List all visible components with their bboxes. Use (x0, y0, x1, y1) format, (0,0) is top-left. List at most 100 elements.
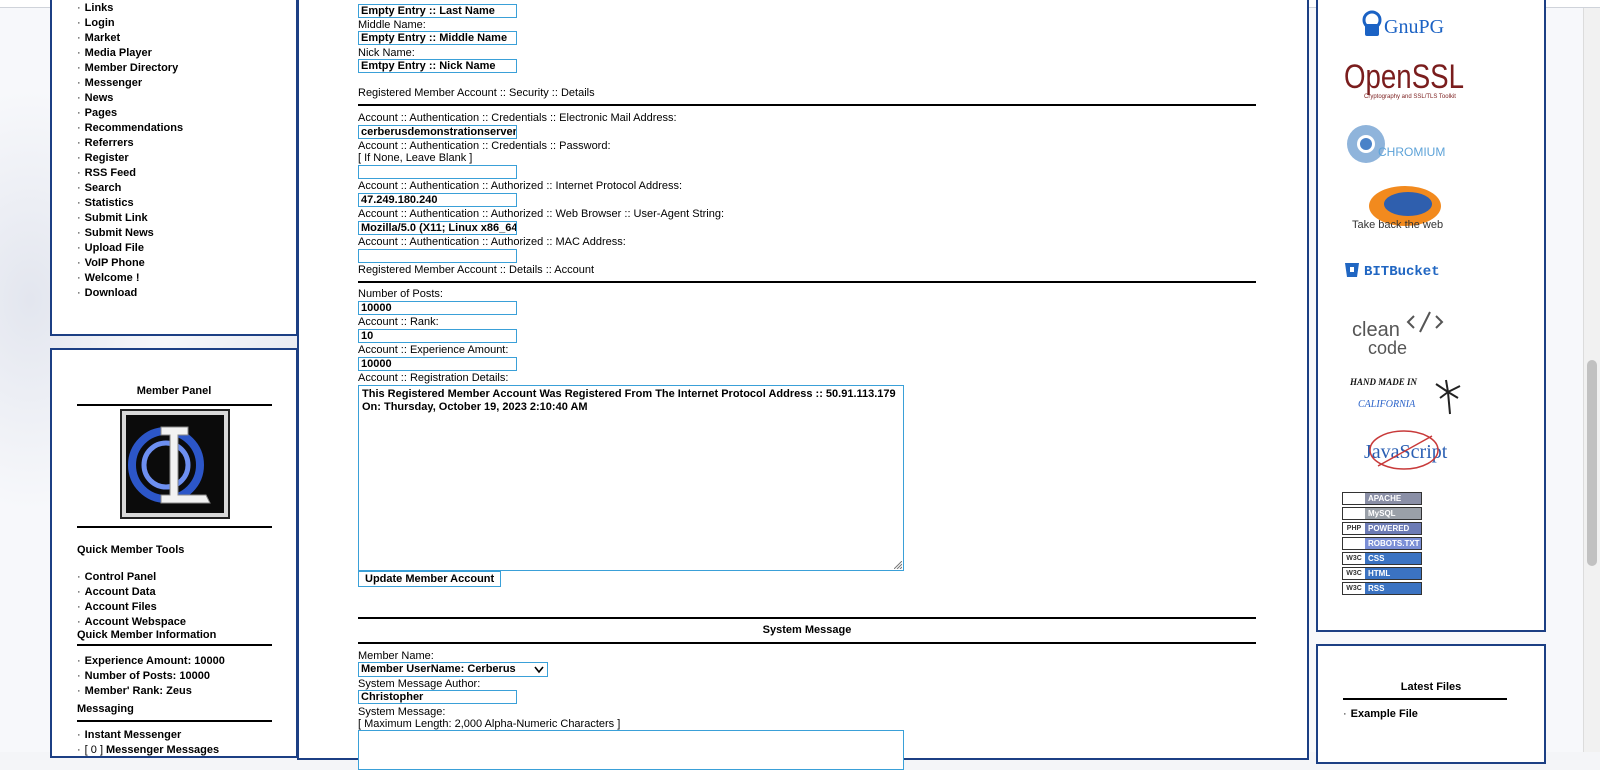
powered-by-badge[interactable]: ROBOTS.TXT (1342, 537, 1422, 550)
author-input[interactable]: Christopher (358, 690, 517, 704)
messaging-link[interactable]: Messenger Messages (106, 744, 219, 756)
nav-link-item[interactable]: · Upload File (77, 241, 183, 256)
nav-link-item[interactable]: · Media Player (77, 46, 183, 61)
middle-name-input[interactable]: Empty Entry :: Middle Name (358, 31, 517, 45)
nav-link-label[interactable]: Market (85, 32, 120, 44)
nav-link-label[interactable]: Recommendations (85, 122, 183, 134)
nick-name-input[interactable]: Emtpy Entry :: Nick Name (358, 59, 517, 73)
messaging-item[interactable]: ·[ 0 ] Messenger Messages (77, 743, 219, 758)
powered-by-badge[interactable]: W3C HTML (1342, 567, 1422, 580)
nav-link-item[interactable]: · Statistics (77, 196, 183, 211)
nav-link-item[interactable]: · Download (77, 286, 183, 301)
experience-label: Account :: Experience Amount: (358, 344, 509, 356)
bullet-icon: · (77, 571, 81, 583)
registration-textarea[interactable]: This Registered Member Account Was Regis… (358, 385, 904, 571)
ip-label: Account :: Authentication :: Authorized … (358, 180, 683, 192)
quick-tool-link-item[interactable]: · Control Panel (77, 570, 186, 585)
nav-link-label[interactable]: Download (85, 287, 138, 299)
latest-file-link-label[interactable]: Example File (1351, 708, 1418, 720)
posts-input[interactable]: 10000 (358, 301, 517, 315)
nav-link-label[interactable]: Register (85, 152, 129, 164)
author-label: System Message Author: (358, 678, 481, 690)
mac-input[interactable] (358, 249, 517, 263)
nav-link-label[interactable]: Login (85, 17, 115, 29)
scrollbar-thumb[interactable] (1587, 360, 1597, 566)
bullet-icon: · (77, 17, 81, 29)
nav-link-label[interactable]: Member Directory (85, 62, 179, 74)
last-name-input[interactable]: Empty Entry :: Last Name (358, 4, 517, 18)
quick-tools-list: · Control Panel · Account Data · Account File… (77, 570, 186, 630)
messaging-item[interactable]: · Instant Messenger (77, 728, 219, 743)
resize-handle-icon[interactable] (894, 561, 902, 569)
bullet-icon: · (77, 77, 81, 89)
section-divider (358, 617, 1256, 619)
password-input[interactable] (358, 165, 517, 179)
nav-link-item[interactable]: · Links (77, 1, 183, 16)
nav-link-item[interactable]: · Recommendations (77, 121, 183, 136)
powered-by-badge[interactable]: W3C CSS (1342, 552, 1422, 565)
nav-link-label[interactable]: Search (85, 182, 122, 194)
nav-link-label[interactable]: Welcome ! (85, 272, 140, 284)
quick-tool-link-item[interactable]: · Account Files (77, 600, 186, 615)
nav-link-label[interactable]: Submit Link (85, 212, 148, 224)
powered-by-badge[interactable]: W3C RSS (1342, 582, 1422, 595)
powered-by-badge[interactable]: PHP POWERED (1342, 522, 1422, 535)
nav-link-item[interactable]: · Login (77, 16, 183, 31)
rank-input[interactable]: 10 (358, 329, 517, 343)
quick-tool-link-label[interactable]: Account Data (85, 586, 156, 598)
nav-link-item[interactable]: · News (77, 91, 183, 106)
quick-tool-link-item[interactable]: · Account Webspace (77, 615, 186, 630)
nav-link-label[interactable]: Links (85, 2, 114, 14)
nav-link-item[interactable]: · Submit Link (77, 211, 183, 226)
nav-link-item[interactable]: · Submit News (77, 226, 183, 241)
ip-input[interactable]: 47.249.180.240 (358, 193, 517, 207)
messaging-list: · Instant Messenger ·[ 0 ] Messenger Messag… (77, 728, 219, 758)
experience-input[interactable]: 10000 (358, 357, 517, 371)
bullet-icon: · (77, 212, 81, 224)
quick-tool-link-label[interactable]: Account Files (85, 601, 157, 613)
divider (77, 644, 272, 646)
nav-link-label[interactable]: RSS Feed (85, 167, 136, 179)
nav-link-label[interactable]: VoIP Phone (85, 257, 145, 269)
user-agent-input[interactable]: Mozilla/5.0 (X11; Linux x86_64 (358, 221, 517, 235)
latest-file-link-item[interactable]: · Example File (1343, 707, 1418, 722)
bullet-icon: · (77, 137, 81, 149)
bullet-icon: · (77, 182, 81, 194)
quick-tool-link-label[interactable]: Control Panel (85, 571, 157, 583)
nav-link-item[interactable]: · Market (77, 31, 183, 46)
quick-tool-link-item[interactable]: · Account Data (77, 585, 186, 600)
bullet-icon: · (77, 2, 81, 14)
nav-link-label[interactable]: Submit News (85, 227, 154, 239)
nav-link-label[interactable]: Statistics (85, 197, 134, 209)
nav-link-item[interactable]: · Welcome ! (77, 271, 183, 286)
nav-link-item[interactable]: · Search (77, 181, 183, 196)
page-scrollbar[interactable] (1583, 8, 1600, 752)
badge-left-label (1343, 538, 1365, 549)
rank-label: Account :: Rank: (358, 316, 439, 328)
nav-link-item[interactable]: · Register (77, 151, 183, 166)
nav-link-label[interactable]: News (85, 92, 114, 104)
system-message-title: System Message (762, 624, 852, 636)
quick-tool-link-label[interactable]: Account Webspace (85, 616, 186, 628)
member-select[interactable]: Member UserName: Cerberus (358, 662, 548, 677)
powered-by-badge[interactable]: MySQL (1342, 507, 1422, 520)
powered-by-badge[interactable]: APACHE (1342, 492, 1422, 505)
messaging-link[interactable]: Instant Messenger (85, 729, 182, 741)
nav-link-label[interactable]: Pages (85, 107, 117, 119)
nav-link-item[interactable]: · Member Directory (77, 61, 183, 76)
nav-link-label[interactable]: Referrers (85, 137, 134, 149)
nav-link-label[interactable]: Media Player (85, 47, 152, 59)
quick-info-title: Quick Member Information (77, 629, 217, 641)
nav-link-item[interactable]: · VoIP Phone (77, 256, 183, 271)
nav-link-label[interactable]: Upload File (85, 242, 144, 254)
nav-link-item[interactable]: · RSS Feed (77, 166, 183, 181)
nav-link-label[interactable]: Messenger (85, 77, 142, 89)
email-label: Account :: Authentication :: Credentials… (358, 112, 677, 124)
nav-link-item[interactable]: · Messenger (77, 76, 183, 91)
nav-link-item[interactable]: · Pages (77, 106, 183, 121)
nav-link-item[interactable]: · Referrers (77, 136, 183, 151)
system-message-textarea[interactable] (358, 730, 904, 770)
email-input[interactable]: cerberusdemonstrationserver (358, 125, 517, 139)
update-member-account-button[interactable]: Update Member Account (358, 571, 502, 587)
bullet-icon: · (77, 729, 81, 741)
